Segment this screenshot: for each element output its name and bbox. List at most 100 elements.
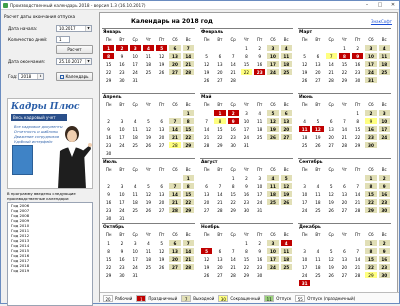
day-cell[interactable]: 19 <box>155 255 169 263</box>
day-cell[interactable]: 3 <box>298 182 312 190</box>
day-cell[interactable]: 18 <box>377 60 391 68</box>
day-cell[interactable]: 25 <box>298 141 312 149</box>
day-cell[interactable]: 28 <box>351 206 365 214</box>
day-cell[interactable]: 2 <box>364 109 378 117</box>
day-cell[interactable]: 21 <box>200 133 214 141</box>
day-cell[interactable]: 6 <box>311 52 325 60</box>
day-cell[interactable]: 19 <box>155 60 169 68</box>
day-cell[interactable]: 12 <box>298 60 312 68</box>
day-cell[interactable]: 18 <box>128 198 142 206</box>
day-cell[interactable]: 12 <box>311 125 325 133</box>
day-cell[interactable]: 26 <box>155 68 169 76</box>
day-cell[interactable]: 31 <box>298 279 312 287</box>
day-cell[interactable]: 4 <box>279 239 293 247</box>
day-cell[interactable]: 9 <box>351 52 365 60</box>
day-cell[interactable]: 1 <box>239 44 254 52</box>
day-cell[interactable]: 15 <box>102 60 116 68</box>
day-cell[interactable]: 26 <box>141 141 156 149</box>
day-cell[interactable]: 3 <box>266 44 280 52</box>
day-cell[interactable]: 15 <box>181 190 195 198</box>
day-cell[interactable]: 16 <box>226 125 240 133</box>
day-cell[interactable]: 2 <box>253 239 267 247</box>
day-cell[interactable]: 22 <box>102 263 116 271</box>
day-cell[interactable]: 25 <box>141 68 156 76</box>
day-cell[interactable]: 16 <box>102 133 116 141</box>
day-cell[interactable]: 28 <box>226 76 240 84</box>
day-cell[interactable]: 16 <box>253 255 267 263</box>
day-cell[interactable]: 3 <box>128 239 142 247</box>
day-cell[interactable]: 8 <box>239 52 254 60</box>
day-cell[interactable]: 20 <box>324 133 338 141</box>
day-cell[interactable]: 6 <box>213 247 227 255</box>
day-cell[interactable]: 10 <box>128 52 142 60</box>
day-cell[interactable]: 30 <box>351 76 365 84</box>
day-cell[interactable]: 25 <box>279 263 293 271</box>
day-cell[interactable]: 12 <box>141 190 156 198</box>
day-cell[interactable]: 27 <box>324 141 338 149</box>
day-cell[interactable]: 3 <box>115 182 129 190</box>
day-cell[interactable]: 4 <box>279 44 293 52</box>
day-cell[interactable]: 19 <box>266 125 280 133</box>
day-cell[interactable]: 13 <box>324 125 338 133</box>
day-cell[interactable]: 22 <box>337 68 352 76</box>
day-cell[interactable]: 5 <box>324 247 338 255</box>
day-cell[interactable]: 3 <box>266 239 280 247</box>
day-cell[interactable]: 30 <box>239 206 254 214</box>
day-cell[interactable]: 28 <box>337 141 352 149</box>
day-cell[interactable]: 8 <box>181 117 195 125</box>
day-cell[interactable]: 19 <box>324 198 338 206</box>
day-cell[interactable]: 28 <box>200 141 214 149</box>
day-cell[interactable]: 9 <box>226 117 240 125</box>
day-cell[interactable]: 1 <box>102 239 116 247</box>
day-cell[interactable]: 23 <box>253 68 267 76</box>
day-cell[interactable]: 7 <box>168 117 182 125</box>
day-cell[interactable]: 3 <box>128 44 142 52</box>
day-cell[interactable]: 8 <box>213 117 227 125</box>
day-cell[interactable]: 21 <box>324 68 338 76</box>
start-date-field[interactable]: 10.2017 ▼ <box>56 25 92 32</box>
day-cell[interactable]: 8 <box>226 182 240 190</box>
year-field[interactable]: 2018 ⇕ <box>18 73 44 80</box>
day-cell[interactable]: 9 <box>377 247 391 255</box>
day-cell[interactable]: 11 <box>128 190 142 198</box>
day-cell[interactable]: 30 <box>253 271 267 279</box>
day-cell[interactable]: 23 <box>115 263 129 271</box>
day-cell[interactable]: 14 <box>181 247 195 255</box>
day-cell[interactable]: 18 <box>266 190 280 198</box>
day-cell[interactable]: 23 <box>115 68 129 76</box>
day-cell[interactable]: 30 <box>102 214 116 222</box>
day-cell[interactable]: 9 <box>253 52 267 60</box>
day-cell[interactable]: 7 <box>351 182 365 190</box>
day-cell[interactable]: 11 <box>266 182 280 190</box>
day-cell[interactable]: 26 <box>279 198 293 206</box>
day-cell[interactable]: 14 <box>226 255 240 263</box>
day-cell[interactable]: 13 <box>279 117 293 125</box>
day-cell[interactable]: 7 <box>226 247 240 255</box>
day-cell[interactable]: 22 <box>351 133 365 141</box>
day-cell[interactable]: 16 <box>351 60 365 68</box>
day-cell[interactable]: 19 <box>200 263 214 271</box>
day-cell[interactable]: 10 <box>377 117 391 125</box>
days-count-field[interactable]: 1 <box>56 36 70 43</box>
day-cell[interactable]: 19 <box>141 198 156 206</box>
day-cell[interactable]: 22 <box>239 263 254 271</box>
day-cell[interactable]: 2 <box>377 239 391 247</box>
day-cell[interactable]: 13 <box>213 255 227 263</box>
day-cell[interactable]: 20 <box>213 68 227 76</box>
day-cell[interactable]: 25 <box>377 68 391 76</box>
day-cell[interactable]: 29 <box>102 76 116 84</box>
day-cell[interactable]: 22 <box>181 198 195 206</box>
day-cell[interactable]: 20 <box>200 198 214 206</box>
day-cell[interactable]: 19 <box>298 68 312 76</box>
day-cell[interactable]: 3 <box>253 174 267 182</box>
maximize-button[interactable]: □ <box>374 1 386 9</box>
day-cell[interactable]: 21 <box>226 263 240 271</box>
end-date-field[interactable]: 25.10.2017 ▼ <box>56 58 92 65</box>
day-cell[interactable]: 18 <box>128 133 142 141</box>
day-cell[interactable]: 6 <box>168 239 182 247</box>
day-cell[interactable]: 17 <box>115 133 129 141</box>
day-cell[interactable]: 21 <box>213 198 227 206</box>
day-cell[interactable]: 25 <box>141 263 156 271</box>
day-cell[interactable]: 17 <box>128 255 142 263</box>
day-cell[interactable]: 10 <box>364 52 378 60</box>
